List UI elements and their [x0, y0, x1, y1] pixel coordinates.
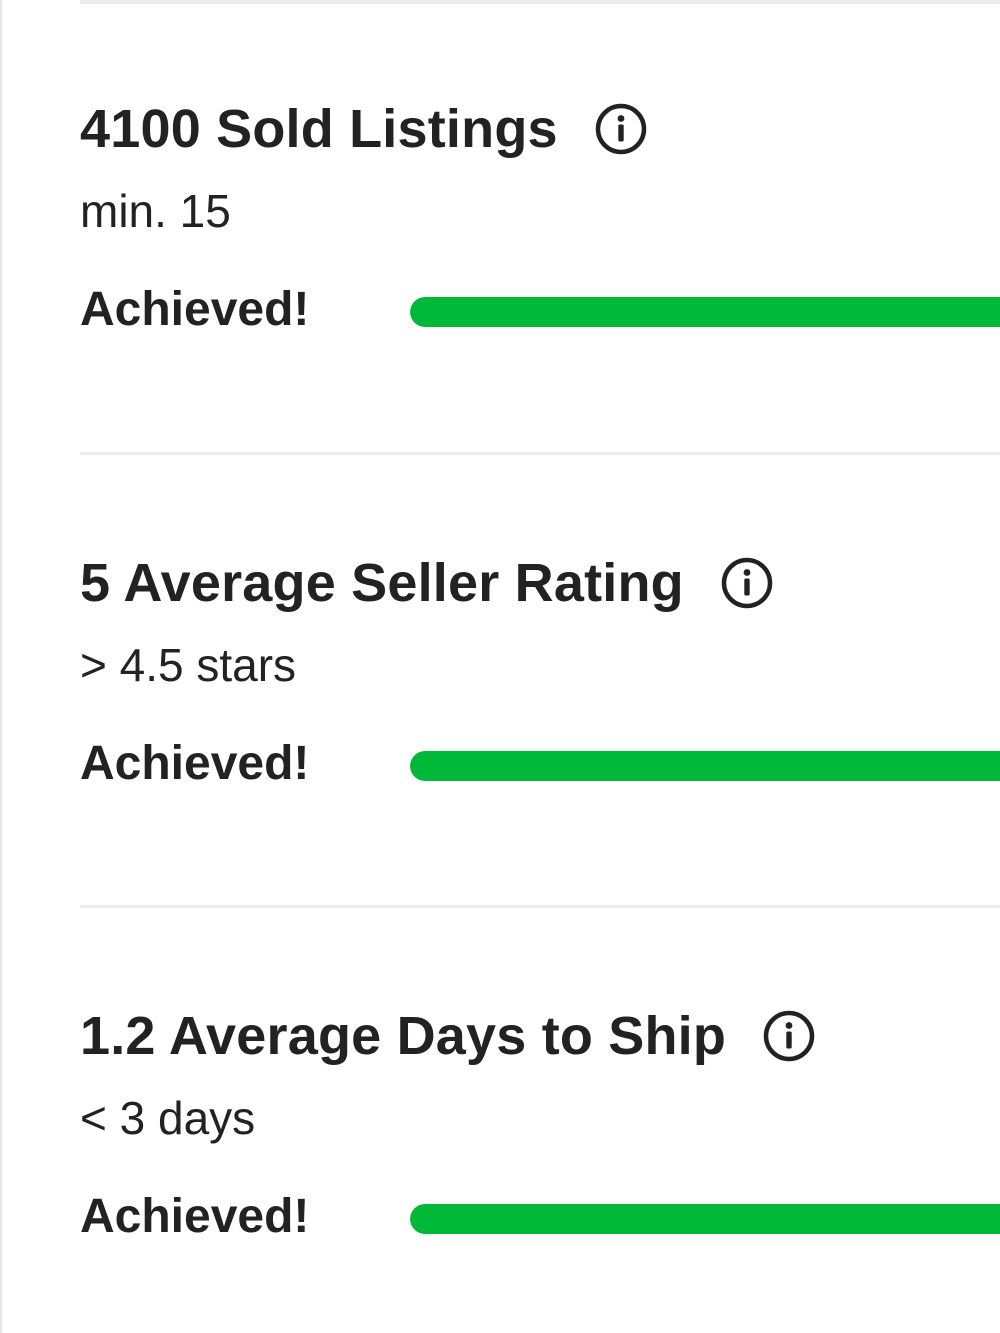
- progress-bar: [410, 751, 1000, 781]
- metric-title: 4100 Sold Listings: [80, 99, 558, 159]
- metric-requirement: min. 15: [80, 185, 231, 237]
- metric-status: Achieved!: [80, 283, 310, 336]
- section-divider: [80, 452, 1000, 455]
- top-divider: [80, 0, 1000, 4]
- progress-bar-fill: [410, 1204, 1000, 1234]
- metric-status-row: Achieved!: [80, 280, 1000, 340]
- info-icon[interactable]: [762, 1009, 816, 1063]
- metric-average-days-to-ship: 1.2 Average Days to Ship < 3 days Achiev…: [80, 1003, 1000, 1247]
- progress-bar: [410, 1204, 1000, 1234]
- progress-bar: [410, 297, 1000, 327]
- progress-bar-fill: [410, 297, 1000, 327]
- metric-requirement: > 4.5 stars: [80, 639, 297, 691]
- metric-title: 5 Average Seller Rating: [80, 553, 684, 613]
- metric-title-row: 4100 Sold Listings: [80, 96, 1000, 162]
- metric-requirement: < 3 days: [80, 1092, 256, 1144]
- info-icon[interactable]: [720, 556, 774, 610]
- metric-status-row: Achieved!: [80, 734, 1000, 794]
- metric-sold-listings: 4100 Sold Listings min. 15 Achieved!: [80, 96, 1000, 340]
- metric-average-seller-rating: 5 Average Seller Rating > 4.5 stars Achi…: [80, 550, 1000, 794]
- metric-status: Achieved!: [80, 737, 310, 790]
- metric-title-row: 5 Average Seller Rating: [80, 550, 1000, 616]
- progress-bar-fill: [410, 751, 1000, 781]
- metric-status-row: Achieved!: [80, 1187, 1000, 1247]
- metric-title-row: 1.2 Average Days to Ship: [80, 1003, 1000, 1069]
- metric-title: 1.2 Average Days to Ship: [80, 1006, 727, 1066]
- section-divider: [80, 905, 1000, 908]
- seller-metrics-panel: 4100 Sold Listings min. 15 Achieved! 5 A…: [0, 0, 1000, 1333]
- metric-status: Achieved!: [80, 1190, 310, 1243]
- info-icon[interactable]: [594, 102, 648, 156]
